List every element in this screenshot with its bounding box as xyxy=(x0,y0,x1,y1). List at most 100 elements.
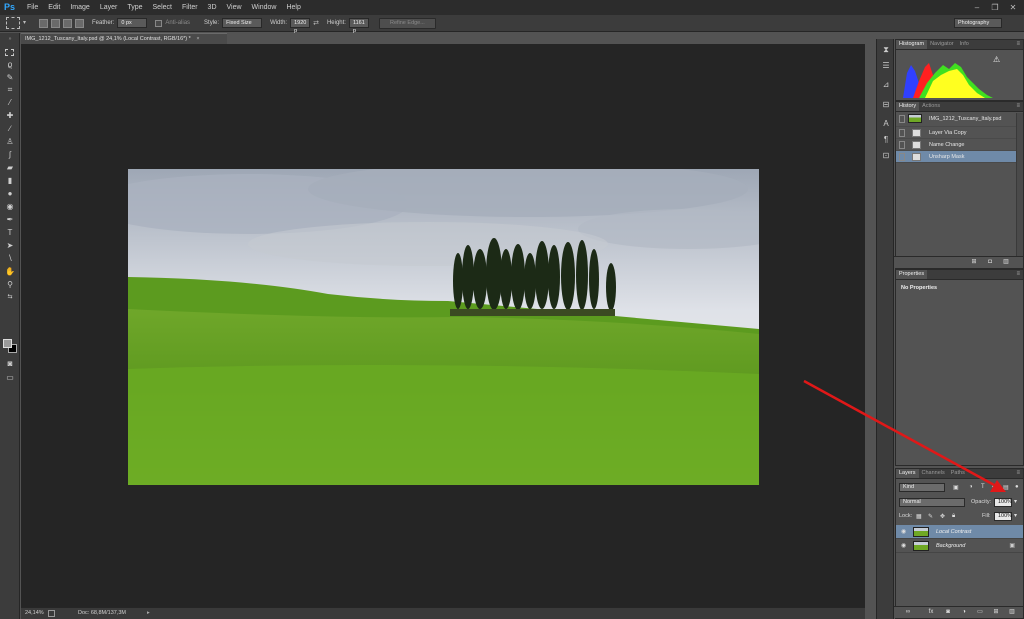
shape-filter-icon[interactable]: ⌗ xyxy=(992,484,995,491)
cache-warning-icon[interactable]: ⚠ xyxy=(993,55,1000,64)
swap-dimensions-icon[interactable]: ⇄ xyxy=(313,19,319,27)
fill-dropdown-icon[interactable]: ▾ xyxy=(1014,512,1017,519)
history-brush-tool-icon[interactable]: ∫ xyxy=(5,150,15,159)
screen-mode-icon[interactable]: ▭ xyxy=(5,373,15,382)
menu-view[interactable]: View xyxy=(222,0,247,15)
status-menu-icon[interactable]: ▸ xyxy=(147,608,150,619)
dodge-tool-icon[interactable]: ◉ xyxy=(5,202,15,211)
character-panel-icon[interactable]: A xyxy=(881,119,891,129)
history-scrollbar[interactable] xyxy=(1016,113,1023,258)
quick-selection-tool-icon[interactable]: ✎ xyxy=(5,73,15,82)
add-selection-icon[interactable] xyxy=(51,18,60,28)
tab-navigator[interactable]: Navigator xyxy=(927,40,957,49)
history-item[interactable]: Layer Via Copy xyxy=(896,127,1016,139)
close-window-button[interactable]: ✕ xyxy=(1006,2,1020,13)
style-select[interactable]: Fixed Size xyxy=(222,18,263,28)
type-filter-icon[interactable]: T xyxy=(981,484,985,490)
gradient-tool-icon[interactable]: ▮ xyxy=(5,176,15,185)
restore-button[interactable]: ❐ xyxy=(988,2,1002,13)
new-adjustment-layer-icon[interactable]: ◑ xyxy=(960,609,968,616)
eraser-tool-icon[interactable]: ▰ xyxy=(5,163,15,172)
brush-panel-icon[interactable]: ⊿ xyxy=(881,80,891,90)
menu-3d[interactable]: 3D xyxy=(203,0,222,15)
layers-menu-icon[interactable]: ≡ xyxy=(1016,469,1020,478)
layer-name[interactable]: Local Contrast xyxy=(936,525,971,539)
menu-image[interactable]: Image xyxy=(65,0,94,15)
lock-position-icon[interactable]: ✥ xyxy=(940,513,945,520)
path-selection-tool-icon[interactable]: ➤ xyxy=(5,241,15,250)
lasso-tool-icon[interactable]: ϱ xyxy=(5,60,15,69)
adjustment-filter-icon[interactable]: ◑ xyxy=(969,484,973,490)
clone-stamp-tool-icon[interactable]: ♙ xyxy=(5,137,15,146)
quick-mask-icon[interactable]: ◙ xyxy=(5,359,15,368)
paragraph-panel-icon[interactable]: ¶ xyxy=(881,135,891,145)
tool-presets-icon[interactable]: ⊟ xyxy=(881,100,891,110)
history-brush-source-icon[interactable] xyxy=(899,115,905,123)
hand-tool-icon[interactable]: ✋ xyxy=(5,267,15,276)
layer-name[interactable]: Background xyxy=(936,539,965,553)
tab-paths[interactable]: Paths xyxy=(948,469,968,478)
preset-dropdown-icon[interactable]: ▾ xyxy=(23,19,31,27)
menu-help[interactable]: Help xyxy=(281,0,305,15)
tab-channels[interactable]: Channels xyxy=(919,469,948,478)
refine-edge-button[interactable]: Refine Edge... xyxy=(378,17,436,29)
menu-window[interactable]: Window xyxy=(247,0,282,15)
width-input[interactable]: 1920 p xyxy=(290,18,311,34)
close-document-icon[interactable]: × xyxy=(196,36,199,42)
new-group-icon[interactable]: ▭ xyxy=(976,609,984,616)
line-tool-icon[interactable]: ∖ xyxy=(5,254,15,263)
healing-brush-tool-icon[interactable]: ✚ xyxy=(5,111,15,120)
brush-tool-icon[interactable]: ∕ xyxy=(5,124,15,133)
type-tool-icon[interactable]: T xyxy=(5,228,15,237)
menu-file[interactable]: File xyxy=(22,0,43,15)
toolbox-collapse-icon[interactable]: » xyxy=(5,35,15,44)
smart-object-filter-icon[interactable]: ▤ xyxy=(1003,484,1009,491)
visibility-eye-icon[interactable]: ◉ xyxy=(901,525,906,539)
eyedropper-tool-icon[interactable]: ⁄ xyxy=(5,98,15,107)
layer-kind-filter[interactable]: Kind xyxy=(899,483,945,492)
menu-filter[interactable]: Filter xyxy=(177,0,203,15)
histogram-menu-icon[interactable]: ≡ xyxy=(1016,40,1020,49)
minimize-button[interactable]: – xyxy=(970,2,984,13)
tab-histogram[interactable]: Histogram xyxy=(896,40,928,49)
new-snapshot-icon[interactable]: ◘ xyxy=(986,259,994,266)
history-item[interactable]: Name Change xyxy=(896,139,1016,151)
lock-all-icon[interactable]: 🔒︎ xyxy=(952,513,955,520)
feather-input[interactable]: 0 px xyxy=(117,18,148,28)
history-brush-source-icon[interactable] xyxy=(899,129,905,137)
antialias-checkbox[interactable] xyxy=(155,19,163,27)
tab-info[interactable]: Info xyxy=(957,40,972,49)
menu-select[interactable]: Select xyxy=(148,0,177,15)
lock-transparent-icon[interactable]: ▦ xyxy=(916,513,922,520)
new-layer-icon[interactable]: ⊞ xyxy=(992,609,1000,616)
menu-layer[interactable]: Layer xyxy=(95,0,123,15)
visibility-eye-icon[interactable]: ◉ xyxy=(901,539,906,553)
layer-row[interactable]: ◉ Background ▣ xyxy=(896,539,1023,553)
marquee-tool-icon[interactable] xyxy=(5,49,14,56)
zoom-level[interactable]: 24,14% xyxy=(25,608,44,619)
tab-layers[interactable]: Layers xyxy=(896,469,919,478)
tab-actions[interactable]: Actions xyxy=(919,102,943,111)
history-menu-icon[interactable]: ≡ xyxy=(1016,102,1020,111)
document-tab[interactable]: IMG_1212_Tuscany_Italy.psd @ 24,1% (Loca… xyxy=(21,33,227,44)
new-selection-icon[interactable] xyxy=(39,18,48,28)
delete-layer-icon[interactable]: ▥ xyxy=(1008,609,1016,616)
blur-tool-icon[interactable]: ● xyxy=(5,189,15,198)
opacity-dropdown-icon[interactable]: ▾ xyxy=(1014,498,1017,505)
adjustments-panel-icon[interactable]: ☰ xyxy=(881,61,891,71)
new-document-from-state-icon[interactable]: ⊞ xyxy=(970,259,978,266)
delete-state-icon[interactable]: ▥ xyxy=(1002,259,1010,266)
history-item-selected[interactable]: Unsharp Mask xyxy=(896,151,1016,163)
swap-colors-icon[interactable]: ⇆ xyxy=(5,293,15,302)
intersect-selection-icon[interactable] xyxy=(75,18,84,28)
menu-edit[interactable]: Edit xyxy=(43,0,65,15)
add-mask-icon[interactable]: ◙ xyxy=(944,609,952,616)
properties-menu-icon[interactable]: ≡ xyxy=(1016,270,1020,279)
history-brush-source-icon[interactable] xyxy=(899,141,905,149)
height-input[interactable]: 1161 p xyxy=(348,18,369,34)
workspace-select[interactable]: Photography xyxy=(954,18,1002,28)
blend-mode-select[interactable]: Normal xyxy=(899,498,965,507)
status-export-icon[interactable] xyxy=(48,610,55,617)
history-panel-icon[interactable]: ⧗ xyxy=(881,45,891,55)
history-brush-source-icon[interactable] xyxy=(899,153,905,161)
